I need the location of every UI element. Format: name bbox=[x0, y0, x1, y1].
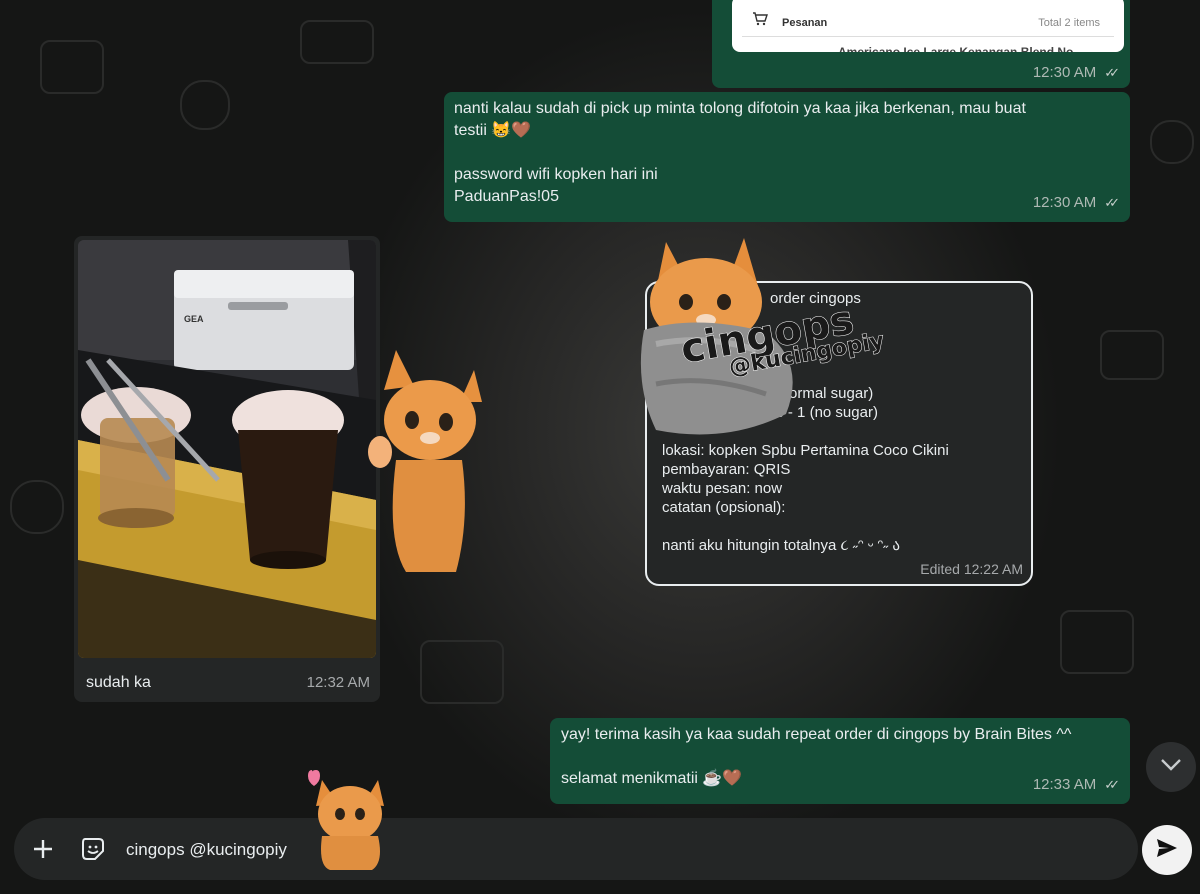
message-line: PaduanPas!05 bbox=[454, 188, 559, 205]
message-time: 12:30 AM bbox=[1032, 64, 1097, 81]
message-time: 12:33 AM bbox=[1032, 776, 1097, 793]
divider bbox=[742, 36, 1114, 37]
message-line bbox=[561, 746, 1119, 768]
message-line: nanti aku hitungin totalnya ૮ ˶ᵔ ᵕ ᵔ˶ ა bbox=[662, 537, 900, 554]
order-message-bubble[interactable]: Pesanan Total 2 items Americano Ice Larg… bbox=[712, 0, 1130, 88]
photo-caption: sudah ka bbox=[86, 674, 151, 691]
message-meta: 12:30 AM ✓✓ bbox=[1033, 192, 1120, 214]
sticker-icon[interactable] bbox=[80, 836, 106, 867]
message-meta: Edited 12:22 AM bbox=[920, 561, 1023, 577]
wallpaper-doodle bbox=[1150, 120, 1194, 164]
message-meta: 12:30 AM ✓✓ bbox=[1033, 62, 1120, 84]
wallpaper-doodle bbox=[40, 40, 104, 94]
message-time: 12:30 AM bbox=[1032, 194, 1097, 211]
message-time: 12:32 AM bbox=[306, 674, 370, 691]
message-line: yay! terima kasih ya kaa sudah repeat or… bbox=[561, 726, 1072, 743]
message-meta: 12:33 AM ✓✓ bbox=[1033, 774, 1120, 796]
wallpaper-doodle bbox=[180, 80, 230, 130]
send-button[interactable] bbox=[1142, 825, 1192, 875]
double-check-icon: ✓✓ bbox=[1104, 65, 1120, 80]
order-card-total: Total 2 items bbox=[1038, 17, 1100, 29]
wallpaper-doodle bbox=[10, 480, 64, 534]
order-card-header: Pesanan bbox=[752, 12, 827, 34]
cat-emoji-sticker bbox=[300, 762, 390, 877]
photo-message-bubble[interactable]: GEA sudah ka 12:32 AM bbox=[74, 236, 380, 702]
order-card-title: Pesanan bbox=[782, 17, 828, 29]
message-line bbox=[662, 517, 949, 536]
freezer-brand: GEA bbox=[184, 314, 204, 324]
cingops-sticker: cingops @kucingopiy bbox=[636, 234, 896, 445]
wallpaper-doodle bbox=[420, 640, 504, 704]
wallpaper-doodle bbox=[1060, 610, 1134, 674]
wallpaper-doodle bbox=[300, 20, 374, 64]
message-line: catatan (opsional): bbox=[662, 499, 786, 516]
plus-icon[interactable] bbox=[32, 838, 54, 865]
thanks-message-bubble[interactable]: yay! terima kasih ya kaa sudah repeat or… bbox=[550, 718, 1130, 804]
message-composer bbox=[14, 818, 1138, 880]
message-line: pembayaran: QRIS bbox=[662, 461, 791, 478]
order-card-item: Americano Ice Large Kenangan Blend No bbox=[838, 45, 1074, 52]
wallpaper-doodle bbox=[1100, 330, 1164, 380]
message-line: password wifi kopken hari ini bbox=[454, 166, 658, 183]
chevron-down-icon bbox=[1160, 758, 1182, 777]
cat-sticker bbox=[366, 340, 490, 581]
message-meta: 12:32 AM bbox=[307, 672, 370, 694]
wifi-message-bubble[interactable]: nanti kalau sudah di pick up minta tolon… bbox=[444, 92, 1130, 222]
cart-icon bbox=[752, 12, 768, 34]
order-card[interactable]: Pesanan Total 2 items Americano Ice Larg… bbox=[732, 0, 1124, 52]
message-line: testii 😸🤎 bbox=[454, 122, 532, 139]
send-icon bbox=[1155, 837, 1179, 864]
coffee-photo[interactable]: GEA bbox=[78, 240, 376, 658]
scroll-to-bottom-button[interactable] bbox=[1146, 742, 1196, 792]
double-check-icon: ✓✓ bbox=[1104, 777, 1120, 792]
message-line bbox=[454, 142, 1120, 164]
message-input[interactable] bbox=[124, 838, 928, 862]
double-check-icon: ✓✓ bbox=[1104, 195, 1120, 210]
message-line: nanti kalau sudah di pick up minta tolon… bbox=[454, 100, 1026, 117]
message-line: waktu pesan: now bbox=[662, 480, 783, 497]
